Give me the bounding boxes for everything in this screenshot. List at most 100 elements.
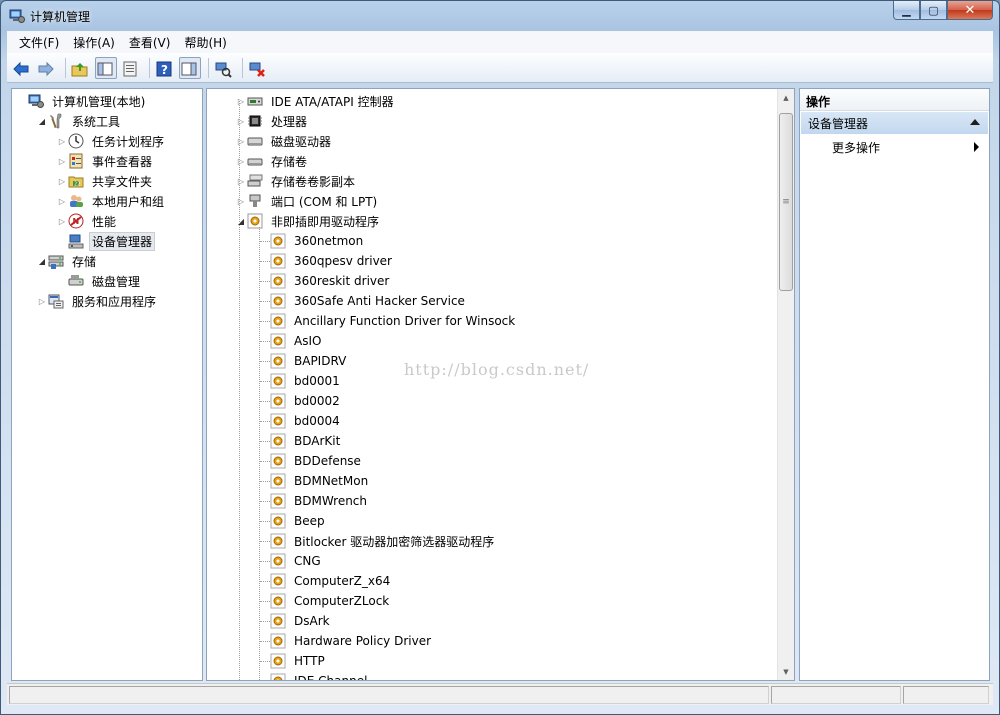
tree-node-3[interactable]: ▷ 事件查看器 <box>56 151 155 171</box>
driver-item[interactable]: DsArk <box>270 611 333 631</box>
menu-item-3[interactable]: 帮助(H) <box>178 32 232 53</box>
driver-item[interactable]: HTTP <box>270 651 328 671</box>
collapsed-arrow-icon[interactable]: ▷ <box>56 155 68 167</box>
driver-label: 360qpesv driver <box>294 254 392 268</box>
driver-item[interactable]: Ancillary Function Driver for Winsock <box>270 311 518 331</box>
driver-gear-icon <box>270 253 286 269</box>
scroll-thumb[interactable]: ≡ <box>779 113 793 291</box>
tree-node-10[interactable]: ▷ 服务和应用程序 <box>36 291 159 311</box>
computer-management-icon <box>28 93 44 109</box>
driver-item[interactable]: BDArKit <box>270 431 343 451</box>
show-hide-action-pane-button[interactable] <box>179 56 201 79</box>
driver-item[interactable]: bd0004 <box>270 411 343 431</box>
scroll-down-arrow[interactable]: ▼ <box>778 663 794 680</box>
scan-hardware-button[interactable] <box>213 57 235 79</box>
driver-item[interactable]: 360Safe Anti Hacker Service <box>270 291 468 311</box>
vertical-scrollbar[interactable]: ▲ ≡ ▼ <box>777 89 794 680</box>
collapsed-arrow-icon[interactable]: ▷ <box>56 195 68 207</box>
driver-item[interactable]: 360qpesv driver <box>270 251 395 271</box>
driver-item[interactable]: BDMNetMon <box>270 471 371 491</box>
close-button[interactable]: ✕ <box>947 1 993 20</box>
collapsed-arrow-icon[interactable]: ▷ <box>235 175 247 187</box>
tree-connector-line <box>260 601 270 602</box>
tree-node-5[interactable]: ▷ 本地用户和组 <box>56 191 167 211</box>
expanded-arrow-icon[interactable]: ◢ <box>235 215 247 227</box>
collapsed-arrow-icon[interactable]: ▷ <box>56 215 68 227</box>
tree-connector-line <box>260 541 270 542</box>
menu-item-0[interactable]: 文件(F) <box>13 32 65 53</box>
driver-gear-icon <box>270 353 286 369</box>
tree-node-0[interactable]: 计算机管理(本地) <box>16 91 148 111</box>
expanded-arrow-icon[interactable]: ◢ <box>36 115 48 127</box>
forward-arrow-button[interactable] <box>36 57 58 79</box>
driver-item[interactable]: 360netmon <box>270 231 366 251</box>
collapsed-arrow-icon[interactable]: ▷ <box>235 95 247 107</box>
tree-node-8[interactable]: ◢ 存储 <box>36 251 99 271</box>
show-hide-tree-button[interactable] <box>95 56 117 79</box>
device-category-6[interactable]: ◢ 非即插即用驱动程序 <box>235 211 382 231</box>
device-category-label: 存储卷卷影副本 <box>271 174 356 189</box>
driver-item[interactable]: ComputerZLock <box>270 591 392 611</box>
storage-volume-icon <box>247 153 263 169</box>
collapsed-arrow-icon[interactable]: ▷ <box>235 135 247 147</box>
collapsed-arrow-icon[interactable]: ▷ <box>56 175 68 187</box>
minimize-button[interactable]: ▁ <box>893 1 920 20</box>
driver-item[interactable]: BDDefense <box>270 451 364 471</box>
tree-node-7[interactable]: 设备管理器 <box>56 231 156 251</box>
status-bar <box>7 683 993 705</box>
driver-item[interactable]: ComputerZ_x64 <box>270 571 393 591</box>
actions-section-device-manager[interactable]: 设备管理器 <box>801 112 988 134</box>
driver-item[interactable]: Beep <box>270 511 328 531</box>
driver-item[interactable]: bd0001 <box>270 371 343 391</box>
tree-node-4[interactable]: ▷ 22 共享文件夹 <box>56 171 155 191</box>
driver-item[interactable]: 360reskit driver <box>270 271 392 291</box>
help-button[interactable]: ? <box>154 57 176 79</box>
collapse-up-icon[interactable] <box>970 119 980 125</box>
back-arrow-button[interactable] <box>11 57 33 79</box>
collapsed-arrow-icon[interactable]: ▷ <box>235 195 247 207</box>
device-category-0[interactable]: ▷ IDE ATA/ATAPI 控制器 <box>235 91 397 111</box>
menu-item-1[interactable]: 操作(A) <box>67 32 121 53</box>
expanded-arrow-icon[interactable]: ◢ <box>36 255 48 267</box>
driver-item[interactable]: bd0002 <box>270 391 343 411</box>
collapsed-arrow-icon[interactable]: ▷ <box>56 135 68 147</box>
title-bar[interactable]: 计算机管理 ▁ ▢ ✕ <box>1 1 999 31</box>
device-category-2[interactable]: ▷ 磁盘驱动器 <box>235 131 334 151</box>
driver-item[interactable]: Bitlocker 驱动器加密筛选器驱动程序 <box>270 531 497 551</box>
driver-item[interactable]: IDE Channel <box>270 671 370 680</box>
tree-connector-line <box>260 421 270 422</box>
uninstall-device-button[interactable] <box>247 57 269 79</box>
up-folder-button[interactable] <box>70 57 92 79</box>
window-title: 计算机管理 <box>30 10 91 24</box>
tree-node-9[interactable]: 磁盘管理 <box>56 271 143 291</box>
driver-item[interactable]: BDMWrench <box>270 491 370 511</box>
collapsed-arrow-icon[interactable]: ▷ <box>235 155 247 167</box>
properties-button[interactable] <box>120 57 142 79</box>
device-list-pane[interactable]: ▲ ≡ ▼ ▷ IDE ATA/ATAPI 控制器 ▷ 处理器 ▷ 磁盘驱动器 ▷ 存储卷 ▷ 存… <box>206 88 795 681</box>
services-applications-icon <box>48 293 64 309</box>
properties-icon <box>121 60 137 76</box>
driver-item[interactable]: AsIO <box>270 331 324 351</box>
device-category-5[interactable]: ▷ 端口 (COM 和 LPT) <box>235 191 380 211</box>
device-category-1[interactable]: ▷ 处理器 <box>235 111 310 131</box>
scroll-up-arrow[interactable]: ▲ <box>778 89 794 106</box>
ide-controller-icon <box>247 93 263 109</box>
menu-item-2[interactable]: 查看(V) <box>123 32 177 53</box>
device-category-3[interactable]: ▷ 存储卷 <box>235 151 310 171</box>
driver-item[interactable]: BAPIDRV <box>270 351 349 371</box>
driver-item[interactable]: Hardware Policy Driver <box>270 631 434 651</box>
tree-node-1[interactable]: ◢ 系统工具 <box>36 111 123 131</box>
tree-node-2[interactable]: ▷ 任务计划程序 <box>56 131 167 151</box>
device-category-4[interactable]: ▷ 存储卷卷影副本 <box>235 171 358 191</box>
menu-bar: 文件(F) 操作(A) 查看(V) 帮助(H) <box>7 31 993 53</box>
tree-node-6[interactable]: ▷ N 性能 <box>56 211 119 231</box>
maximize-button[interactable]: ▢ <box>920 1 947 20</box>
collapsed-arrow-icon[interactable]: ▷ <box>36 295 48 307</box>
collapsed-arrow-icon[interactable]: ▷ <box>235 115 247 127</box>
driver-item[interactable]: CNG <box>270 551 324 571</box>
driver-gear-icon <box>270 513 286 529</box>
more-actions-link[interactable]: 更多操作 <box>832 139 880 156</box>
driver-gear-icon <box>270 573 286 589</box>
console-tree-pane[interactable]: 计算机管理(本地) ◢ 系统工具 ▷ 任务计划程序 ▷ 事件查看器 ▷ 22 共享文件夹 ▷ 本地用户… <box>11 88 203 681</box>
